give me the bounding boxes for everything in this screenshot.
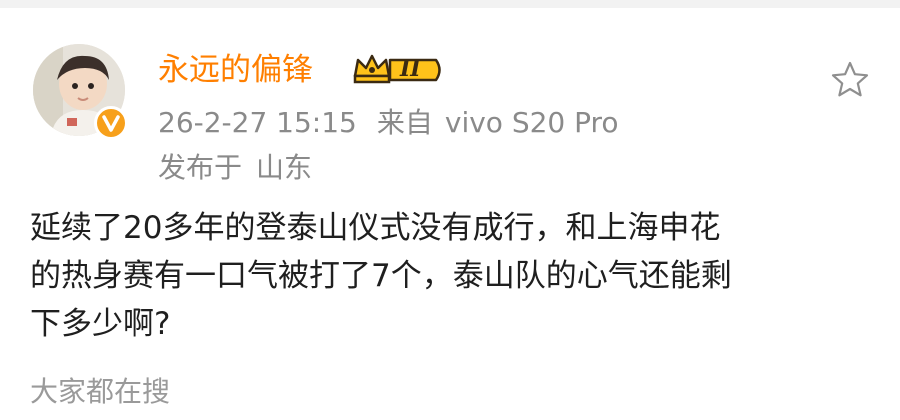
location-value: 山东 — [256, 151, 313, 184]
member-level-text: II — [400, 56, 421, 82]
source-device-link[interactable]: vivo S20 Pro — [445, 106, 619, 139]
verified-v-icon — [94, 106, 128, 140]
post-text-line: 下多少啊? — [30, 306, 171, 342]
post-meta: 26-2-27 15:15 来自 vivo S20 Pro — [158, 101, 619, 145]
post-time: 26-2-27 15:15 — [158, 106, 357, 139]
location-label: 发布于 — [158, 151, 243, 184]
top-divider-strip — [0, 0, 900, 8]
crown-icon — [353, 54, 391, 84]
hot-search-label: 大家都在搜 — [30, 375, 171, 408]
post-location: 发布于 山东 — [158, 146, 312, 190]
star-outline-icon — [831, 61, 869, 97]
post-text-line: 的热身赛有一口气被打了7个，泰山队的心气还能剩 — [30, 258, 732, 294]
favorite-button[interactable] — [826, 56, 874, 104]
source-label: 来自 — [376, 106, 433, 139]
member-level-badge[interactable]: II — [350, 48, 446, 92]
user-name[interactable]: 永远的偏锋 — [158, 48, 313, 92]
post-card: 永远的偏锋 II 26-2-27 15:15 来自 vivo S20 Pro 发布于… — [0, 8, 900, 420]
post-text[interactable]: 延续了20多年的登泰山仪式没有成行，和上海申花 的热身赛有一口气被打了7个，泰山… — [30, 204, 880, 348]
post-text-line: 延续了20多年的登泰山仪式没有成行，和上海申花 — [30, 210, 721, 246]
